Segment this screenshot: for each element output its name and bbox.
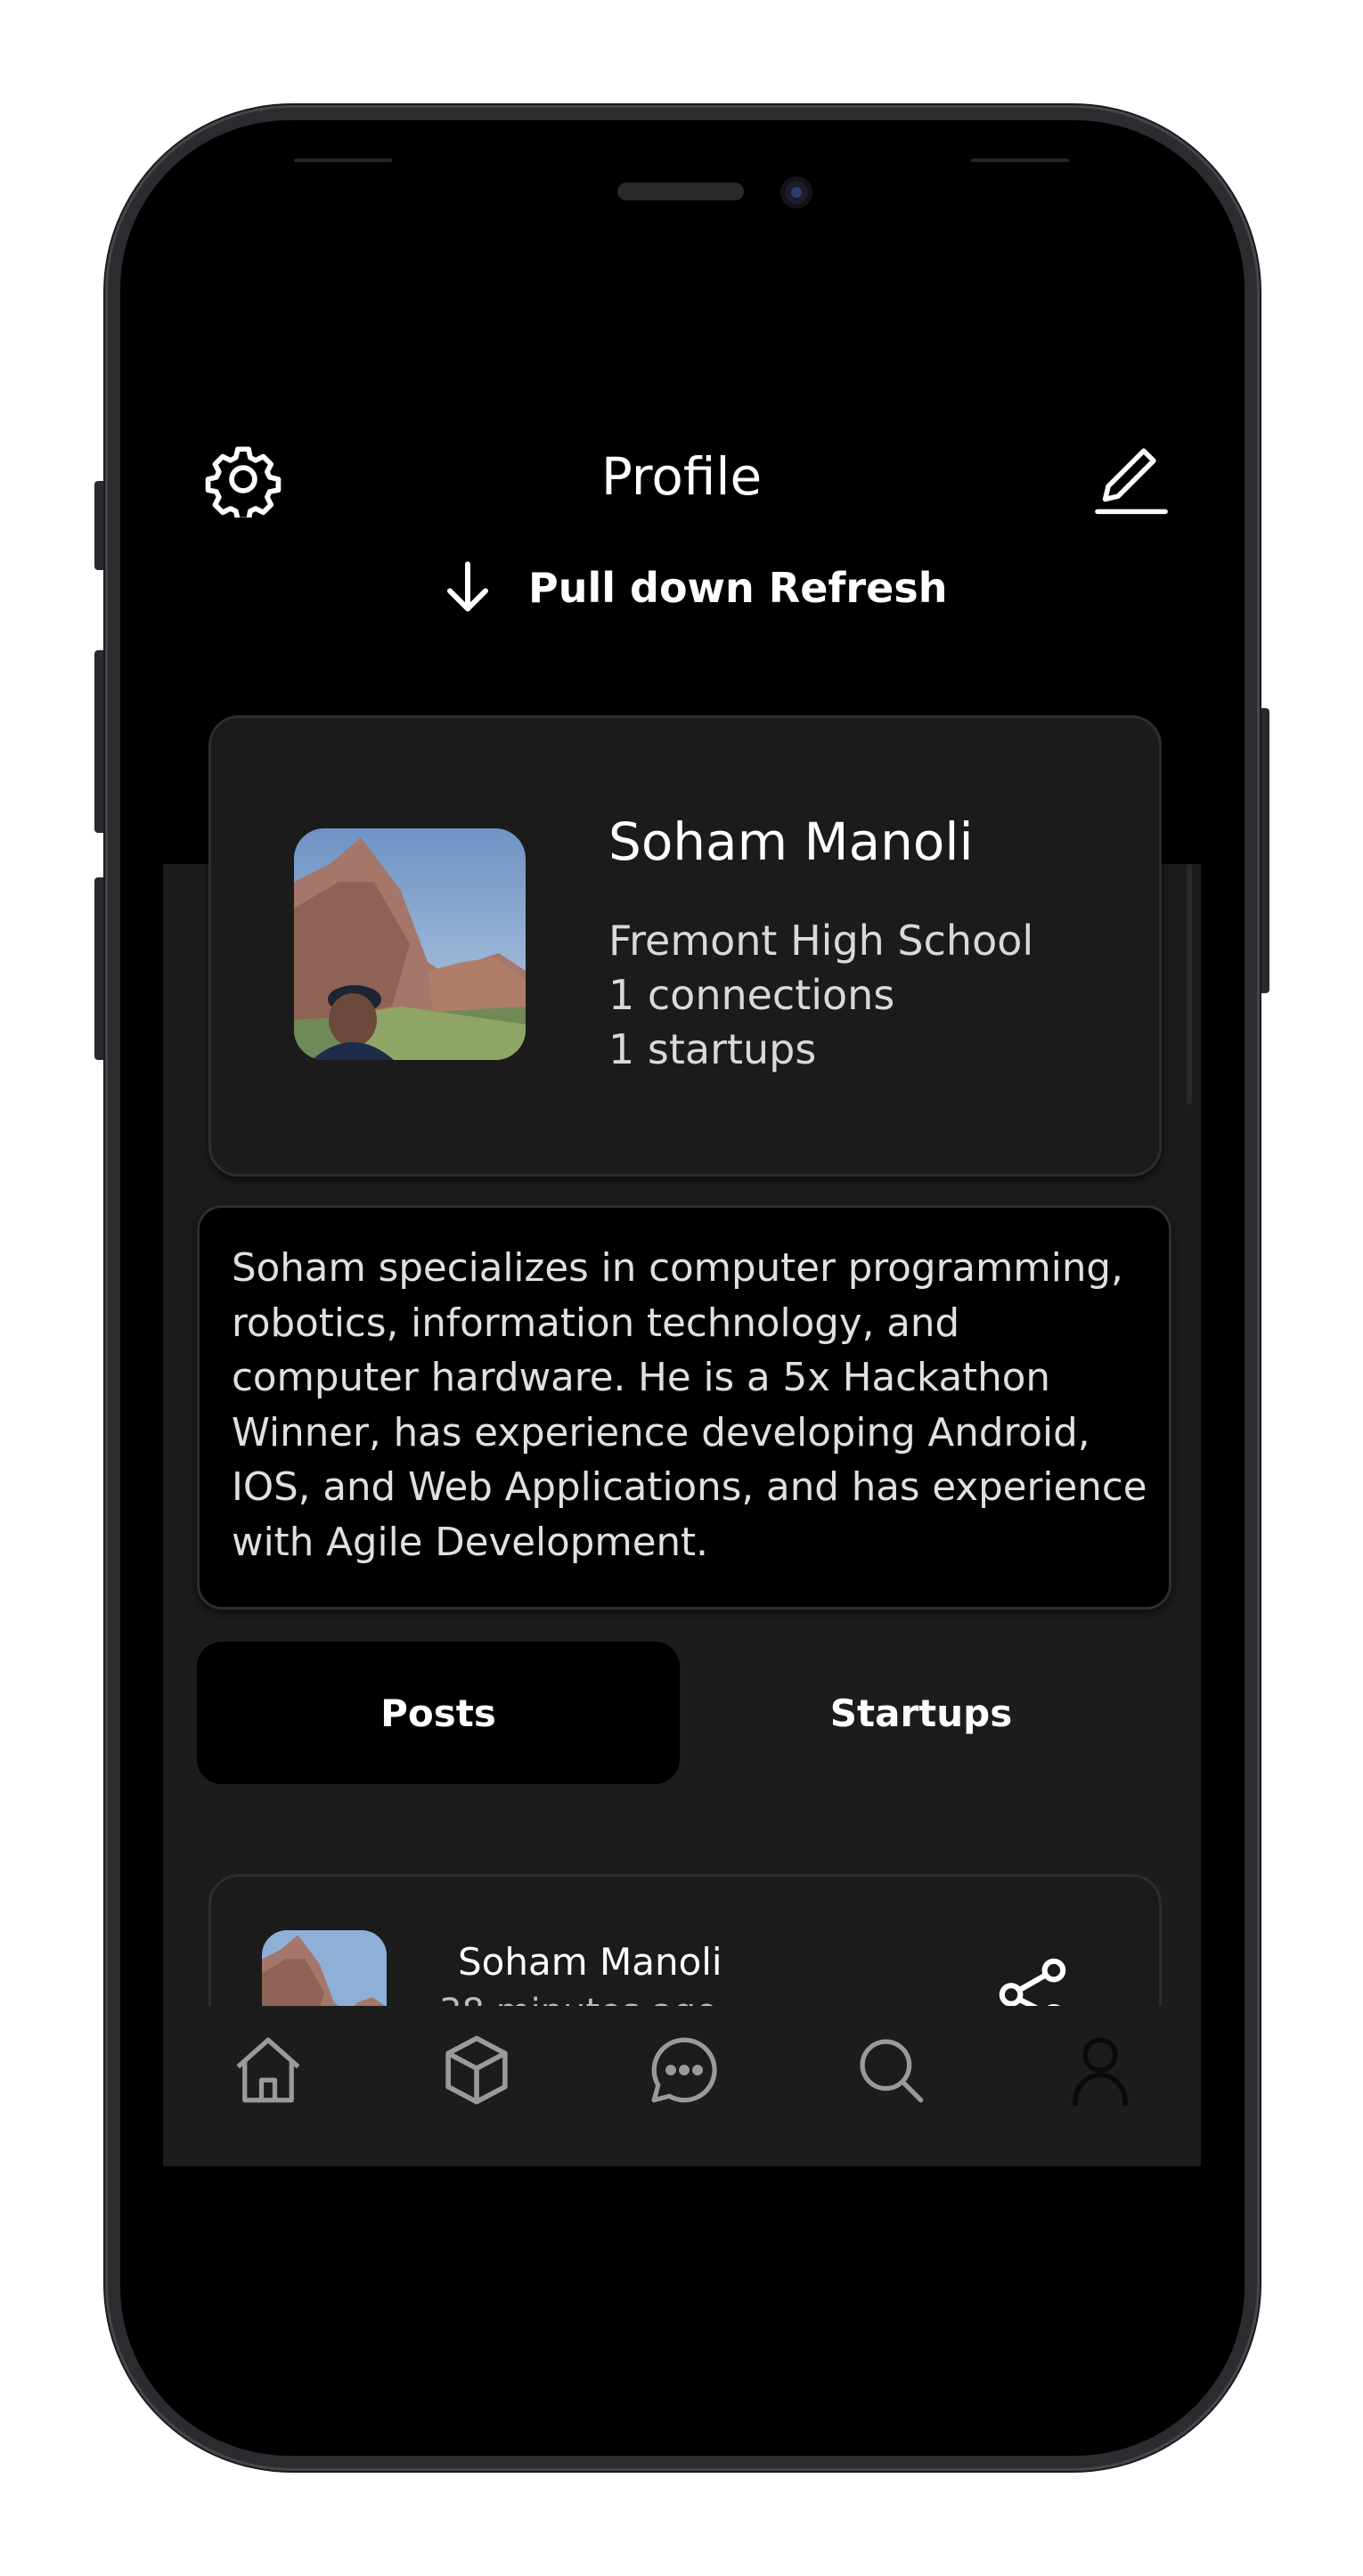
profile-photo bbox=[294, 828, 526, 1060]
gear-icon bbox=[205, 446, 282, 523]
search-icon[interactable] bbox=[851, 2030, 931, 2110]
chat-icon[interactable] bbox=[644, 2030, 724, 2110]
antenna-line bbox=[971, 159, 1069, 162]
cube-icon[interactable] bbox=[437, 2030, 517, 2110]
share-icon[interactable] bbox=[996, 1955, 1069, 2006]
antenna-line bbox=[294, 159, 392, 162]
profile-name: Soham Manoli bbox=[608, 811, 974, 872]
device-mockup: Profile Pull down Refresh Soham Manoli F… bbox=[0, 0, 1363, 2576]
tab-posts[interactable]: Posts bbox=[197, 1642, 680, 1784]
profile-connections[interactable]: 1 connections bbox=[608, 968, 894, 1022]
arrow-down-icon bbox=[447, 561, 488, 612]
refresh-label: Pull down Refresh bbox=[528, 564, 948, 612]
front-camera bbox=[780, 176, 812, 208]
post-author-photo bbox=[262, 1930, 387, 2006]
earpiece-speaker bbox=[617, 183, 744, 200]
tab-startups-label: Startups bbox=[829, 1691, 1013, 1735]
edit-profile-button[interactable] bbox=[1091, 441, 1171, 518]
posts-list: Soham Manoli 38 minutes ago bbox=[163, 1848, 1201, 2006]
scroll-indicator[interactable] bbox=[1187, 864, 1192, 1105]
tab-startups[interactable]: Startups bbox=[680, 1642, 1163, 1784]
avatar[interactable] bbox=[294, 828, 526, 1060]
page-title: Profile bbox=[600, 446, 763, 507]
pull-to-refresh[interactable]: Pull down Refresh bbox=[432, 552, 947, 624]
post-avatar[interactable] bbox=[262, 1930, 387, 2006]
pencil-icon bbox=[1095, 448, 1168, 515]
home-icon[interactable] bbox=[228, 2030, 308, 2110]
profile-school: Fremont High School bbox=[608, 917, 1034, 965]
profile-startups-count[interactable]: 1 startups bbox=[608, 1023, 816, 1076]
person-icon[interactable] bbox=[1060, 2030, 1140, 2110]
tab-posts-label: Posts bbox=[380, 1691, 496, 1735]
post-timestamp: 38 minutes ago bbox=[439, 1991, 718, 2006]
profile-bio: Soham specializes in computer programmin… bbox=[232, 1246, 1147, 1565]
settings-button[interactable] bbox=[205, 441, 282, 523]
post-author-name: Soham Manoli bbox=[458, 1940, 722, 1984]
